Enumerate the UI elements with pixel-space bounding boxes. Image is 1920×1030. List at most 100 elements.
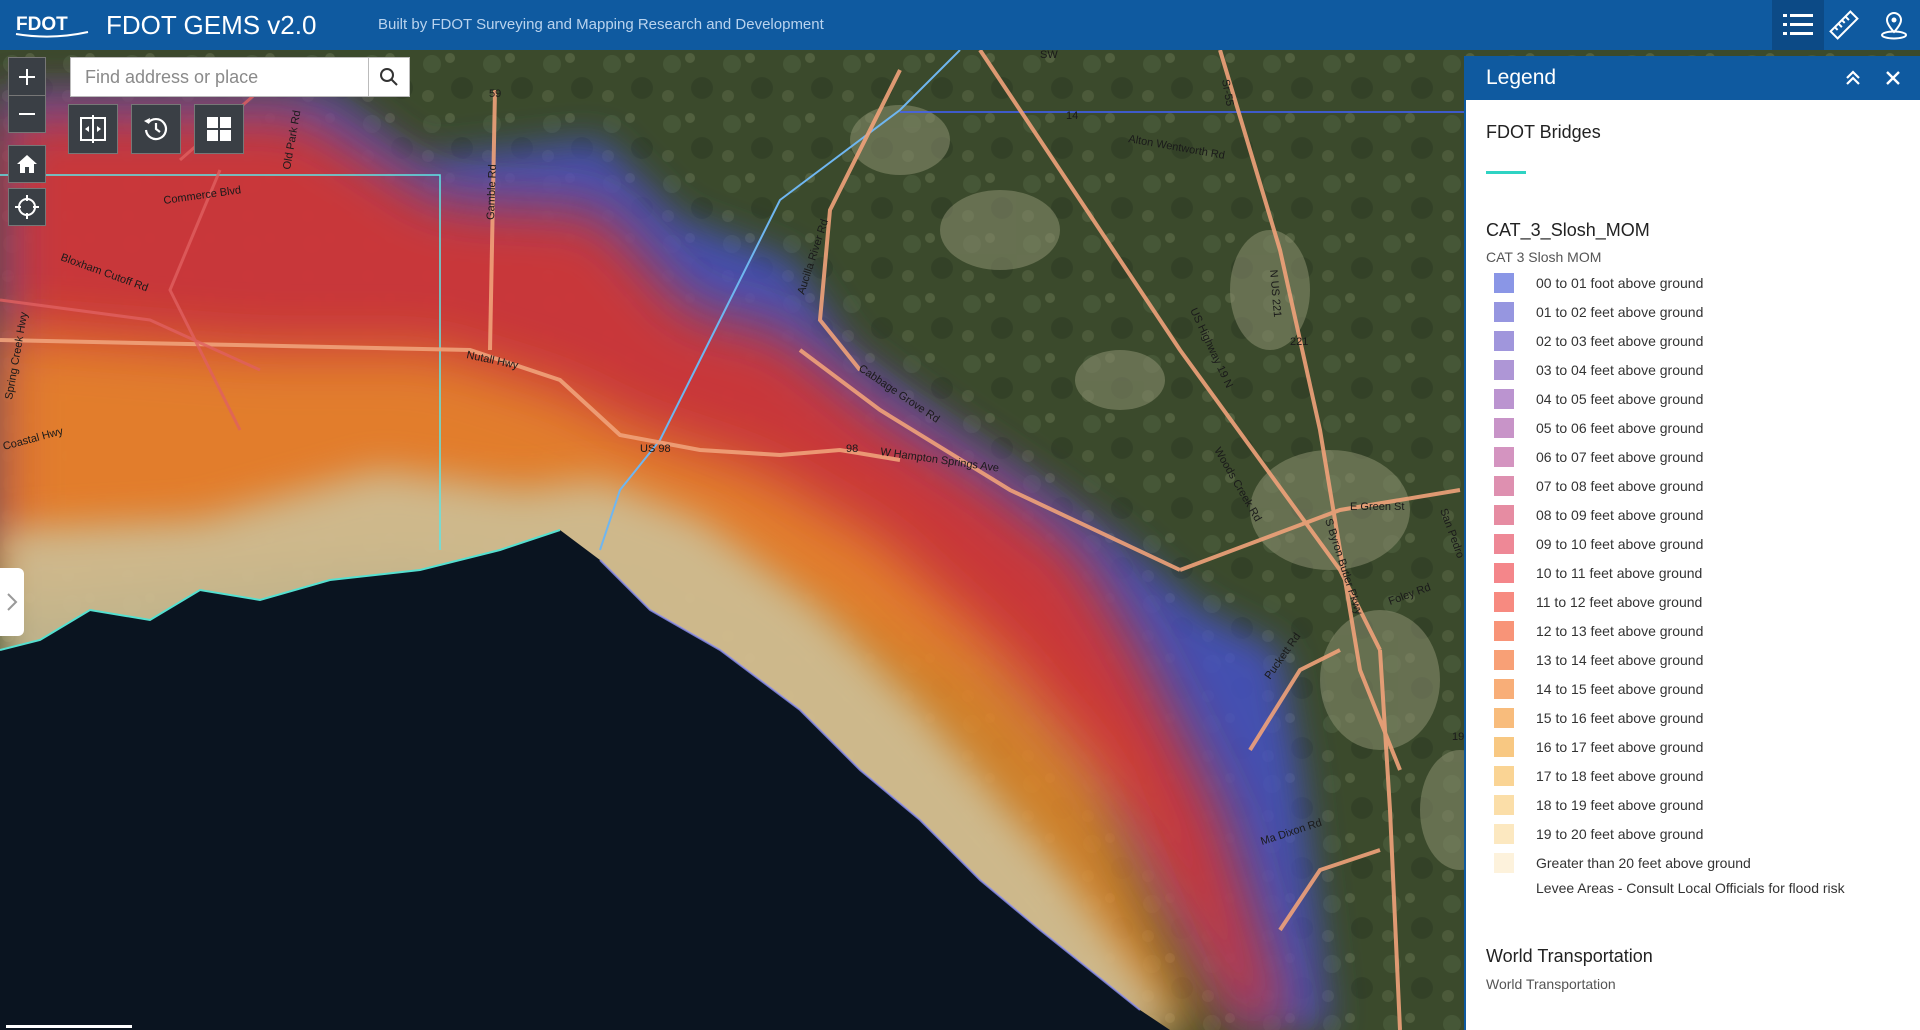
- zoom-out-button[interactable]: [8, 95, 46, 133]
- legend-item: 18 to 19 feet above ground: [1494, 794, 1703, 816]
- legend-item-label: 01 to 02 feet above ground: [1536, 304, 1704, 320]
- legend-title: Legend: [1486, 66, 1557, 89]
- legend-layer-subtitle: World Transportation: [1486, 976, 1616, 992]
- levee-legend-label: Levee Areas - Consult Local Officials fo…: [1536, 880, 1845, 896]
- map-label: E Green St: [1350, 501, 1404, 513]
- legend-item-label: 11 to 12 feet above ground: [1536, 594, 1703, 610]
- legend-layer-title: FDOT Bridges: [1486, 122, 1601, 142]
- legend-swatch: [1494, 824, 1514, 844]
- search-widget: [70, 57, 410, 97]
- legend-item: 19 to 20 feet above ground: [1494, 823, 1703, 845]
- legend-item: 14 to 15 feet above ground: [1494, 678, 1703, 700]
- locate-pin-icon: [1881, 11, 1907, 40]
- legend-item: 06 to 07 feet above ground: [1494, 446, 1703, 468]
- search-icon: [380, 68, 398, 86]
- side-panel-toggle[interactable]: [0, 568, 24, 636]
- legend-item-label: 14 to 15 feet above ground: [1536, 681, 1704, 697]
- map-label: SW: [1040, 50, 1058, 61]
- home-button[interactable]: [8, 145, 46, 183]
- plus-icon: [19, 68, 35, 85]
- legend-item-label: 03 to 04 feet above ground: [1536, 362, 1704, 378]
- basemap-gallery-button[interactable]: [194, 104, 244, 154]
- legend-swatch: [1494, 302, 1514, 322]
- map-label: 98: [846, 443, 858, 455]
- legend-item: 03 to 04 feet above ground: [1494, 359, 1703, 381]
- legend-swatch: [1494, 505, 1514, 525]
- legend-list-icon: [1783, 14, 1813, 35]
- map-label: 221: [1290, 336, 1308, 348]
- minus-icon: [19, 113, 35, 115]
- close-icon: [1886, 71, 1900, 85]
- legend-item-label: 18 to 19 feet above ground: [1536, 797, 1704, 813]
- home-icon: [17, 155, 37, 173]
- logo-text: FDOT: [16, 14, 68, 35]
- app-window: FDOT FDOT GEMS v2.0 Built by FDOT Survey…: [0, 0, 1920, 1030]
- legend-item-label: 04 to 05 feet above ground: [1536, 391, 1704, 407]
- legend-item: 11 to 12 feet above ground: [1494, 591, 1702, 613]
- scale-bar: [6, 1025, 132, 1028]
- history-button[interactable]: [131, 104, 181, 154]
- legend-swatch: [1494, 447, 1514, 467]
- measure-ruler-icon: [1829, 10, 1859, 40]
- legend-item-label: 12 to 13 feet above ground: [1536, 623, 1704, 639]
- legend-swatch: [1494, 418, 1514, 438]
- legend-item-label: Greater than 20 feet above ground: [1536, 855, 1751, 871]
- legend-panel: Legend FDOT Bridges CAT_3_Slosh_MOM CAT …: [1464, 56, 1920, 1030]
- legend-item-label: 07 to 08 feet above ground: [1536, 478, 1704, 494]
- legend-item: 16 to 17 feet above ground: [1494, 736, 1703, 758]
- legend-swatch: [1494, 650, 1514, 670]
- legend-item-label: 10 to 11 feet above ground: [1536, 565, 1703, 581]
- legend-swatch: [1494, 592, 1514, 612]
- legend-item: 04 to 05 feet above ground: [1494, 388, 1703, 410]
- legend-item: 00 to 01 foot above ground: [1494, 272, 1703, 294]
- legend-item-label: 17 to 18 feet above ground: [1536, 768, 1704, 784]
- zoom-in-button[interactable]: [8, 57, 46, 95]
- legend-item-label: 05 to 06 feet above ground: [1536, 420, 1704, 436]
- legend-item: 02 to 03 feet above ground: [1494, 330, 1703, 352]
- close-button[interactable]: [1880, 66, 1906, 90]
- legend-item: 01 to 02 feet above ground: [1494, 301, 1703, 323]
- legend-swatch: [1494, 389, 1514, 409]
- legend-item-label: 13 to 14 feet above ground: [1536, 652, 1704, 668]
- search-button[interactable]: [368, 58, 409, 96]
- app-subtitle: Built by FDOT Surveying and Mapping Rese…: [378, 16, 824, 33]
- legend-swatch: [1494, 360, 1514, 380]
- app-title: FDOT GEMS v2.0: [106, 10, 317, 40]
- legend-layer-title: CAT_3_Slosh_MOM: [1486, 220, 1650, 240]
- legend-item: 05 to 06 feet above ground: [1494, 417, 1703, 439]
- chevron-right-icon: [7, 593, 18, 611]
- my-location-button[interactable]: [8, 188, 46, 226]
- legend-item: 17 to 18 feet above ground: [1494, 765, 1703, 787]
- legend-item-label: 16 to 17 feet above ground: [1536, 739, 1704, 755]
- legend-item: 09 to 10 feet above ground: [1494, 533, 1703, 555]
- legend-item-label: 09 to 10 feet above ground: [1536, 536, 1704, 552]
- legend-item-label: 19 to 20 feet above ground: [1536, 826, 1704, 842]
- swipe-tool-button[interactable]: [68, 104, 118, 154]
- search-input[interactable]: [71, 58, 397, 96]
- legend-swatch: [1494, 795, 1514, 815]
- crosshair-icon: [15, 195, 39, 219]
- history-icon: [144, 117, 168, 141]
- legend-item-label: 02 to 03 feet above ground: [1536, 333, 1704, 349]
- legend-swatch: [1494, 476, 1514, 496]
- collapse-button[interactable]: [1840, 66, 1866, 90]
- swipe-icon: [80, 115, 106, 143]
- legend-swatch: [1494, 737, 1514, 757]
- map-label: Gamble Rd: [485, 164, 499, 220]
- legend-swatch: [1494, 853, 1514, 873]
- legend-swatch: [1494, 331, 1514, 351]
- legend-layer-subtitle: CAT 3 Slosh MOM: [1486, 249, 1602, 265]
- legend-item: 08 to 09 feet above ground: [1494, 504, 1703, 526]
- legend-item-label: 00 to 01 foot above ground: [1536, 275, 1704, 291]
- fdot-logo[interactable]: FDOT: [14, 10, 90, 40]
- legend-layer-title: World Transportation: [1486, 946, 1653, 966]
- legend-item-label: 15 to 16 feet above ground: [1536, 710, 1704, 726]
- legend-swatch: [1494, 534, 1514, 554]
- legend-button[interactable]: [1772, 0, 1824, 50]
- legend-item: 15 to 16 feet above ground: [1494, 707, 1703, 729]
- locate-button[interactable]: [1868, 0, 1920, 50]
- map-label: 14: [1066, 110, 1078, 122]
- measure-button[interactable]: [1818, 0, 1870, 50]
- double-chevron-up-icon: [1846, 70, 1860, 85]
- legend-swatch: [1494, 563, 1514, 583]
